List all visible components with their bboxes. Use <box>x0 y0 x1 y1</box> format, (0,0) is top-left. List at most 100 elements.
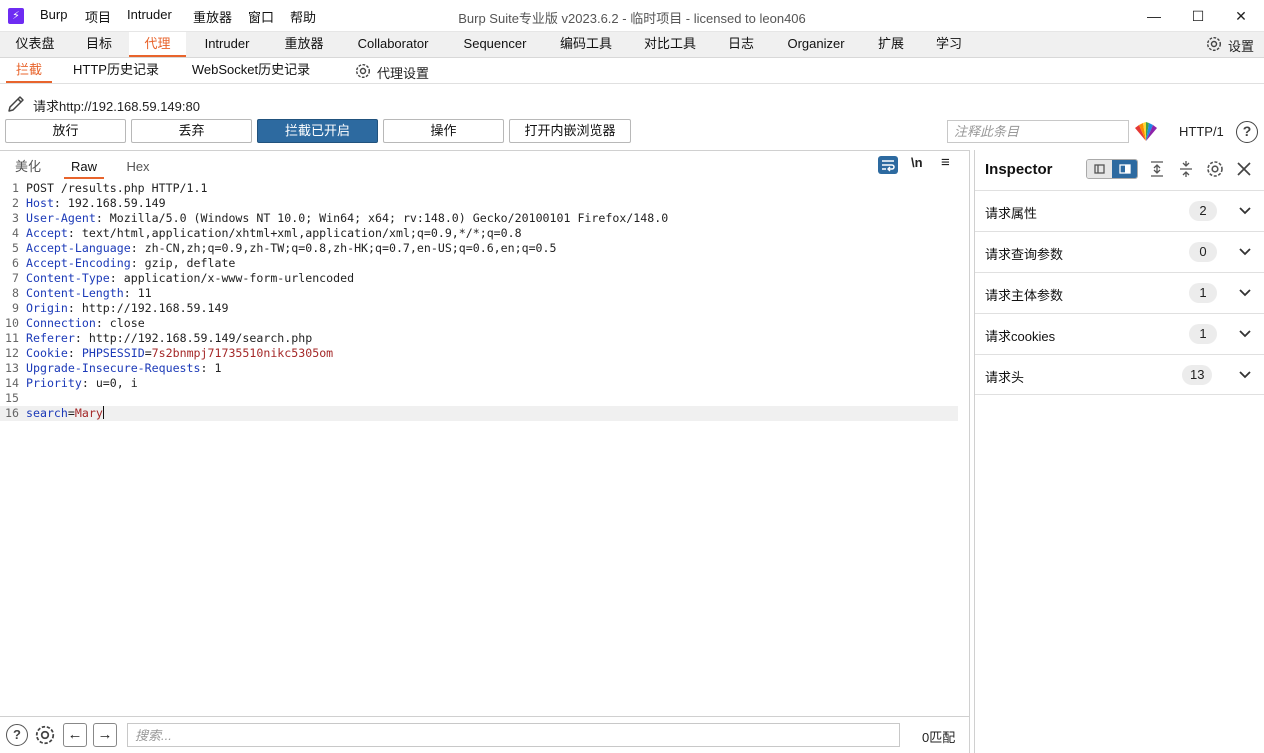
tab-websocket-history[interactable]: WebSocket历史记录 <box>180 58 322 83</box>
inspector-row-query-params[interactable]: 请求查询参数 0 <box>975 231 1264 272</box>
code-line[interactable]: 4 Accept: text/html,application/xhtml+xml… <box>0 226 968 241</box>
row-label: 请求主体参数 <box>985 288 1064 303</box>
header-value: text/html,application/xhtml+xml,applicat… <box>81 226 522 240</box>
tab-extensions[interactable]: 扩展 <box>862 32 920 57</box>
code-line[interactable]: 9 Origin: http://192.168.59.149 <box>0 301 968 316</box>
http-version-label[interactable]: HTTP/1 <box>1179 124 1224 139</box>
tab-sequencer[interactable]: Sequencer <box>446 32 544 57</box>
menu-intruder[interactable]: Intruder <box>127 7 172 22</box>
menu-repeater[interactable]: 重放器 <box>193 7 232 26</box>
tab-comparer[interactable]: 对比工具 <box>628 32 712 57</box>
count-badge: 2 <box>1189 201 1217 221</box>
code-line[interactable]: 13 Upgrade-Insecure-Requests: 1 <box>0 361 968 376</box>
code-line[interactable]: 6 Accept-Encoding: gzip, deflate <box>0 256 968 271</box>
inspector-row-cookies[interactable]: 请求cookies 1 <box>975 313 1264 354</box>
help-icon[interactable]: ? <box>6 724 28 746</box>
search-input[interactable] <box>127 723 900 747</box>
tab-intruder[interactable]: Intruder <box>186 32 268 57</box>
tab-intercept[interactable]: 拦截 <box>6 58 52 83</box>
header-separator: : <box>74 331 89 345</box>
tab-pretty[interactable]: 美化 <box>10 157 46 179</box>
header-value: gzip, deflate <box>144 256 236 270</box>
menu-help[interactable]: 帮助 <box>290 7 316 26</box>
hamburger-menu-icon[interactable]: ≡ <box>941 154 950 171</box>
code-line[interactable]: 12 Cookie: PHPSESSID=7s2bnmpj71735510nikc… <box>0 346 968 361</box>
minimize-button[interactable]: — <box>1131 0 1177 32</box>
close-button[interactable]: ✕ <box>1218 0 1264 32</box>
header-name: Accept-Language <box>26 241 131 255</box>
close-icon[interactable] <box>1235 160 1253 178</box>
comment-field[interactable] <box>947 120 1129 143</box>
forward-button[interactable]: 放行 <box>5 119 126 143</box>
header-separator: : <box>130 241 145 255</box>
highlight-color-icon[interactable] <box>1133 121 1159 143</box>
code-line[interactable]: 10 Connection: close <box>0 316 968 331</box>
inspector-layout-toggle[interactable] <box>1086 159 1138 179</box>
menu-project[interactable]: 项目 <box>85 7 111 26</box>
drop-button[interactable]: 丢弃 <box>131 119 252 143</box>
code-line[interactable]: 2 Host: 192.168.59.149 <box>0 196 968 211</box>
tab-collaborator[interactable]: Collaborator <box>340 32 446 57</box>
previous-match-button[interactable]: ← <box>63 723 87 747</box>
header-name: Origin <box>26 301 68 315</box>
tab-target[interactable]: 目标 <box>70 32 128 57</box>
next-match-button[interactable]: → <box>93 723 117 747</box>
gear-icon[interactable] <box>1205 35 1223 53</box>
inspector-row-headers[interactable]: 请求头 13 <box>975 354 1264 395</box>
maximize-button[interactable]: ☐ <box>1175 0 1221 32</box>
tab-learn[interactable]: 学习 <box>920 32 978 57</box>
code-line[interactable]: 3 User-Agent: Mozilla/5.0 (Windows NT 10.… <box>0 211 968 226</box>
collapse-all-icon[interactable] <box>1176 159 1196 179</box>
intercept-toggle-button[interactable]: 拦截已开启 <box>257 119 378 143</box>
code-line-current[interactable]: 16 search=Mary <box>0 406 958 421</box>
tab-proxy[interactable]: 代理 <box>129 32 186 57</box>
tab-logger[interactable]: 日志 <box>712 32 770 57</box>
inspector-row-request-attributes[interactable]: 请求属性 2 <box>975 190 1264 231</box>
tab-repeater[interactable]: 重放器 <box>268 32 340 57</box>
code-line[interactable]: 8 Content-Length: 11 <box>0 286 968 301</box>
gear-icon[interactable] <box>354 62 372 80</box>
menu-burp[interactable]: Burp <box>40 7 67 22</box>
help-icon[interactable]: ? <box>1236 121 1258 143</box>
inspector-row-body-params[interactable]: 请求主体参数 1 <box>975 272 1264 313</box>
expand-all-icon[interactable] <box>1147 159 1167 179</box>
chevron-down-icon[interactable] <box>1238 204 1252 218</box>
tab-decoder[interactable]: 编码工具 <box>544 32 628 57</box>
chevron-down-icon[interactable] <box>1238 368 1252 382</box>
tab-http-history[interactable]: HTTP历史记录 <box>64 58 168 83</box>
line-text: Content-Type: application/x-www-form-url… <box>26 271 354 286</box>
show-newlines-icon[interactable]: \n <box>911 155 923 170</box>
tab-dashboard[interactable]: 仪表盘 <box>0 32 70 57</box>
tab-hex[interactable]: Hex <box>120 157 156 179</box>
chevron-down-icon[interactable] <box>1238 245 1252 259</box>
gear-icon[interactable] <box>34 724 56 746</box>
action-button[interactable]: 操作 <box>383 119 504 143</box>
raw-request-text[interactable]: 1 POST /results.php HTTP/1.1 2 Host: 192.1… <box>0 181 968 421</box>
menu-window[interactable]: 窗口 <box>248 7 274 26</box>
settings-label[interactable]: 设置 <box>1228 36 1254 55</box>
code-line[interactable]: 14 Priority: u=0, i <box>0 376 968 391</box>
code-line[interactable]: 5 Accept-Language: zh-CN,zh;q=0.9,zh-TW;q… <box>0 241 968 256</box>
list-layout-icon[interactable] <box>1087 160 1112 178</box>
gear-icon[interactable] <box>1205 159 1225 179</box>
header-name: User-Agent <box>26 211 96 225</box>
cookie-value: 7s2bnmpj71735510nikc5305om <box>151 346 334 360</box>
chevron-down-icon[interactable] <box>1238 327 1252 341</box>
side-layout-icon[interactable] <box>1112 160 1138 178</box>
code-line[interactable]: 15 <box>0 391 968 406</box>
row-label: 请求查询参数 <box>985 247 1064 262</box>
code-line[interactable]: 11 Referer: http://192.168.59.149/search.… <box>0 331 968 346</box>
tab-raw[interactable]: Raw <box>64 157 104 179</box>
tab-organizer[interactable]: Organizer <box>770 32 862 57</box>
code-line[interactable]: 1 POST /results.php HTTP/1.1 <box>0 181 968 196</box>
line-text: Accept-Encoding: gzip, deflate <box>26 256 235 271</box>
word-wrap-icon[interactable] <box>878 156 898 174</box>
header-value: application/x-www-form-urlencoded <box>123 271 355 285</box>
code-line[interactable]: 7 Content-Type: application/x-www-form-ur… <box>0 271 968 286</box>
line-number: 13 <box>5 361 19 375</box>
proxy-settings-label[interactable]: 代理设置 <box>377 63 429 82</box>
chevron-down-icon[interactable] <box>1238 286 1252 300</box>
header-name: Accept-Encoding <box>26 256 131 270</box>
cookie-name: PHPSESSID <box>81 346 145 360</box>
open-browser-button[interactable]: 打开内嵌浏览器 <box>509 119 631 143</box>
